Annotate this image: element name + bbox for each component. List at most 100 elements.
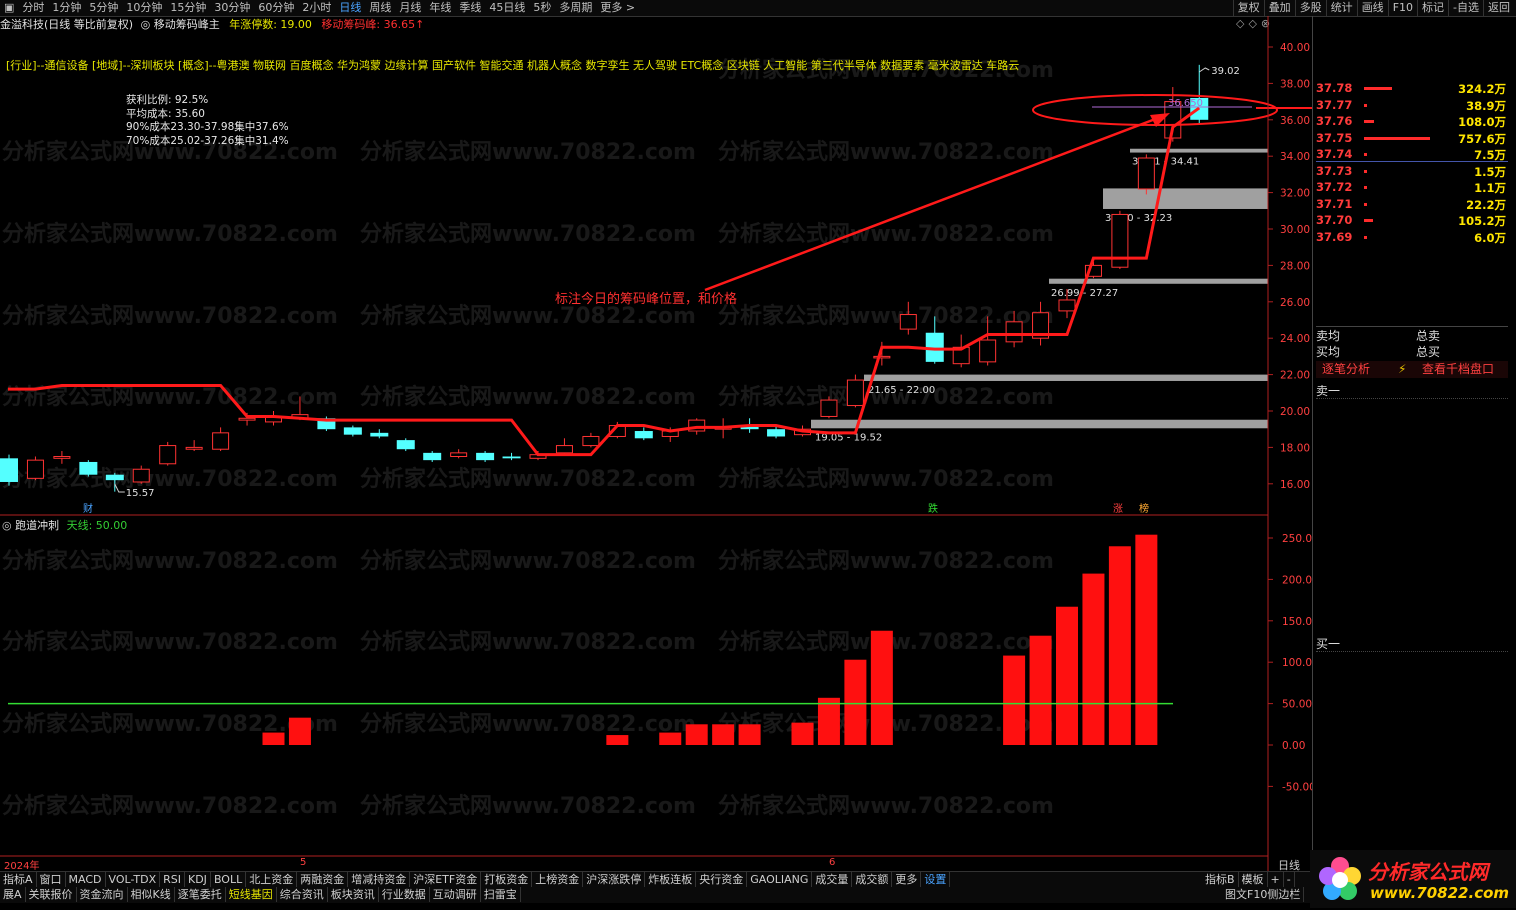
indicator-tab-3[interactable]: VOL-TDX xyxy=(106,872,161,887)
toolbar-button-5[interactable]: F10 xyxy=(1387,0,1417,16)
info-link-5[interactable]: 短线基因 xyxy=(226,887,277,902)
order-volume: 105.2万 xyxy=(1458,214,1506,228)
sub-indicator-name[interactable]: 跑道冲刺 xyxy=(15,519,59,532)
candle-body-down xyxy=(767,429,786,437)
sprint-bar xyxy=(712,724,735,745)
candle-body-up xyxy=(212,432,230,450)
candle-body-down xyxy=(502,456,521,459)
toolbar-button-7[interactable]: -自选 xyxy=(1448,0,1483,16)
indicator-tab-9[interactable]: 增减持资金 xyxy=(348,872,411,887)
order-book-row[interactable]: 37.75 757.6万 xyxy=(1316,131,1508,147)
sub-tick-label: 50.00 xyxy=(1282,699,1312,711)
candle-body-up xyxy=(450,452,468,457)
year-label: 2024年 xyxy=(4,861,40,872)
info-link-1[interactable]: 关联报价 xyxy=(26,887,77,902)
indicator-tab-10[interactable]: 沪深ETF资金 xyxy=(410,872,482,887)
sprint-bar xyxy=(1029,635,1052,745)
thousand-depth-link[interactable]: 查看千档盘口 xyxy=(1422,361,1494,378)
indicator-tab-14[interactable]: 炸板连板 xyxy=(645,872,697,887)
sprint-bar xyxy=(870,630,893,745)
order-price: 37.75 xyxy=(1316,130,1353,145)
sub-indicator-icon[interactable]: ◎ xyxy=(2,519,12,532)
total-buy-label: 总买 xyxy=(1416,345,1441,359)
order-volume-bar xyxy=(1364,120,1374,123)
indicator-tab-15[interactable]: 央行资金 xyxy=(696,872,748,887)
month-6-label: 6 xyxy=(829,857,836,868)
order-book-row[interactable]: 37.77 38.9万 xyxy=(1316,98,1508,114)
info-link-10[interactable]: 扫雷宝 xyxy=(481,887,521,902)
sub-tick-label: 100.0 xyxy=(1282,657,1312,669)
order-volume: 22.2万 xyxy=(1466,197,1506,212)
order-volume-bar xyxy=(1364,235,1367,239)
order-book-row[interactable]: 37.71 22.2万 xyxy=(1316,197,1508,213)
order-book-row[interactable]: 37.72 1.1万 xyxy=(1316,180,1508,196)
candle-body-down xyxy=(343,427,362,435)
order-volume: 1.5万 xyxy=(1474,164,1506,179)
chip-zone-band xyxy=(864,374,1268,381)
order-book-row[interactable]: 37.73 1.5万 xyxy=(1316,164,1508,180)
info-link-6[interactable]: 综合资讯 xyxy=(277,887,328,902)
indicator-tab-20[interactable]: 设置 xyxy=(921,872,951,887)
order-volume-bar xyxy=(1364,103,1368,107)
site-logo: 分析家公式网 www.70822.com xyxy=(1310,850,1516,908)
sprint-bar xyxy=(606,735,629,745)
info-link-0[interactable]: 展A xyxy=(0,887,26,902)
indicator-tab-12[interactable]: 上榜资金 xyxy=(532,872,584,887)
event-mark-bang: 榜 xyxy=(1139,502,1149,515)
indicator-b-tab-0[interactable]: 指标B xyxy=(1202,872,1239,887)
info-link-3[interactable]: 相似K线 xyxy=(128,887,175,902)
info-links: 展A 关联报价 资金流向 相似K线 逐笔委托 短线基因 综合资讯 板块资讯 行业数据 互动调研 扫雷… xyxy=(0,887,1516,903)
candle-body-down xyxy=(476,452,495,461)
order-book-row[interactable]: 37.69 6.0万 xyxy=(1316,230,1508,246)
indicator-tab-2[interactable]: MACD xyxy=(66,872,106,887)
indicator-tab-7[interactable]: 北上资金 xyxy=(246,872,298,887)
indicator-tab-5[interactable]: KDJ xyxy=(185,872,211,887)
toolbar-button-6[interactable]: 标记 xyxy=(1417,0,1448,16)
lightning-icon: ⚡ xyxy=(1398,362,1407,376)
sub-tick-label: 250.0 xyxy=(1282,533,1312,545)
order-book-row[interactable]: 37.70 105.2万 xyxy=(1316,213,1508,229)
indicator-tab-1[interactable]: 窗口 xyxy=(37,872,66,887)
indicator-tab-8[interactable]: 两融资金 xyxy=(297,872,349,887)
sprint-bar xyxy=(1082,573,1105,745)
chip-zone-band xyxy=(811,419,1268,429)
toolbar-button-4[interactable]: 画线 xyxy=(1356,0,1388,16)
sprint-bar xyxy=(817,697,840,745)
info-link-9[interactable]: 互动调研 xyxy=(430,887,481,902)
candle-body-up xyxy=(820,399,838,417)
indicator-b-tab-2[interactable]: + xyxy=(1268,872,1284,887)
price-tick-label: 26.00 xyxy=(1280,297,1310,309)
indicator-b-tab-3[interactable]: - xyxy=(1284,872,1295,887)
order-volume: 108.0万 xyxy=(1458,115,1506,129)
sprint-bar xyxy=(844,659,867,745)
sub-tick-label: -50.00 xyxy=(1282,781,1312,793)
order-book-row[interactable]: 37.78 324.2万 xyxy=(1316,81,1508,97)
indicator-tab-17[interactable]: 成交量 xyxy=(812,872,853,887)
indicator-b-tab-1[interactable]: 模板 xyxy=(1239,872,1268,887)
indicator-tab-13[interactable]: 沪深涨跌停 xyxy=(583,872,646,887)
indicator-tab-4[interactable]: RSI xyxy=(160,872,185,887)
indicator-tab-0[interactable]: 指标A xyxy=(0,872,37,887)
info-link-2[interactable]: 资金流向 xyxy=(77,887,128,902)
indicator-tab-16[interactable]: GAOLIANG xyxy=(747,872,813,887)
logo-url: www.70822.com xyxy=(1370,884,1510,902)
f10-sidebar-link[interactable]: 图文F10侧边栏 xyxy=(1222,887,1305,902)
info-link-7[interactable]: 板块资讯 xyxy=(328,887,379,902)
indicator-tab-18[interactable]: 成交额 xyxy=(852,872,893,887)
candle-body-up xyxy=(159,445,177,465)
info-link-4[interactable]: 逐笔委托 xyxy=(175,887,226,902)
sprint-bar xyxy=(791,722,814,745)
info-link-8[interactable]: 行业数据 xyxy=(379,887,430,902)
tick-analysis-link[interactable]: 逐笔分析 xyxy=(1322,361,1370,378)
profit-ratio: 获利比例: 92.5% xyxy=(126,94,209,106)
toolbar-button-3[interactable]: 统计 xyxy=(1325,0,1357,16)
indicator-tab-6[interactable]: BOLL xyxy=(211,872,247,887)
toolbar-button-8[interactable]: 返回 xyxy=(1483,0,1514,16)
order-book-row[interactable]: 37.76 108.0万 xyxy=(1316,114,1508,130)
event-mark-die: 跌 xyxy=(928,502,938,515)
price-tick-label: 30.00 xyxy=(1280,224,1310,236)
indicator-tab-11[interactable]: 打板资金 xyxy=(481,872,533,887)
candle-body-up xyxy=(26,459,44,479)
order-volume-bar xyxy=(1364,219,1373,222)
indicator-tab-19[interactable]: 更多 xyxy=(892,872,922,887)
